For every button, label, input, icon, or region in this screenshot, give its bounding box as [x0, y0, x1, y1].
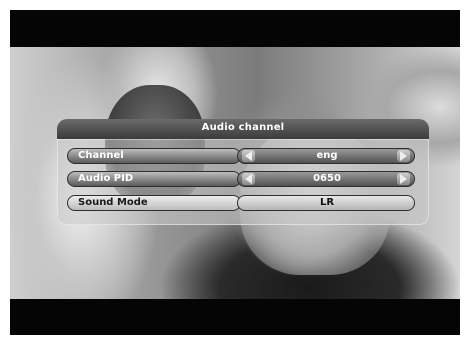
- sound-mode-value: LR: [319, 197, 335, 208]
- row-audio-pid[interactable]: Audio PID 0650: [67, 171, 415, 187]
- sound-mode-label-pill: Sound Mode: [67, 195, 241, 211]
- channel-label: Channel: [78, 150, 124, 161]
- dialog-title-bar: Audio channel: [57, 119, 429, 139]
- row-channel[interactable]: Channel eng: [67, 148, 415, 164]
- audio-channel-dialog: Audio channel Channel eng Audio PID 0650…: [57, 119, 429, 225]
- screenshot: Audio channel Channel eng Audio PID 0650…: [0, 0, 470, 338]
- audio-pid-label: Audio PID: [78, 173, 134, 184]
- audio-pid-value-selector[interactable]: 0650: [237, 171, 415, 187]
- channel-value: eng: [316, 150, 338, 161]
- audio-pid-label-pill: Audio PID: [67, 171, 241, 187]
- dialog-title: Audio channel: [201, 122, 285, 133]
- audio-pid-value: 0650: [313, 173, 341, 184]
- channel-value-selector[interactable]: eng: [237, 148, 415, 164]
- sound-mode-value-selector[interactable]: LR: [237, 195, 415, 211]
- triangle-right-icon: [400, 174, 407, 184]
- row-sound-mode[interactable]: Sound Mode LR: [67, 195, 415, 211]
- channel-right-arrow-button[interactable]: [397, 150, 410, 162]
- channel-label-pill: Channel: [67, 148, 241, 164]
- triangle-right-icon: [400, 151, 407, 161]
- sound-mode-label: Sound Mode: [78, 197, 148, 208]
- audio-pid-right-arrow-button[interactable]: [397, 173, 410, 185]
